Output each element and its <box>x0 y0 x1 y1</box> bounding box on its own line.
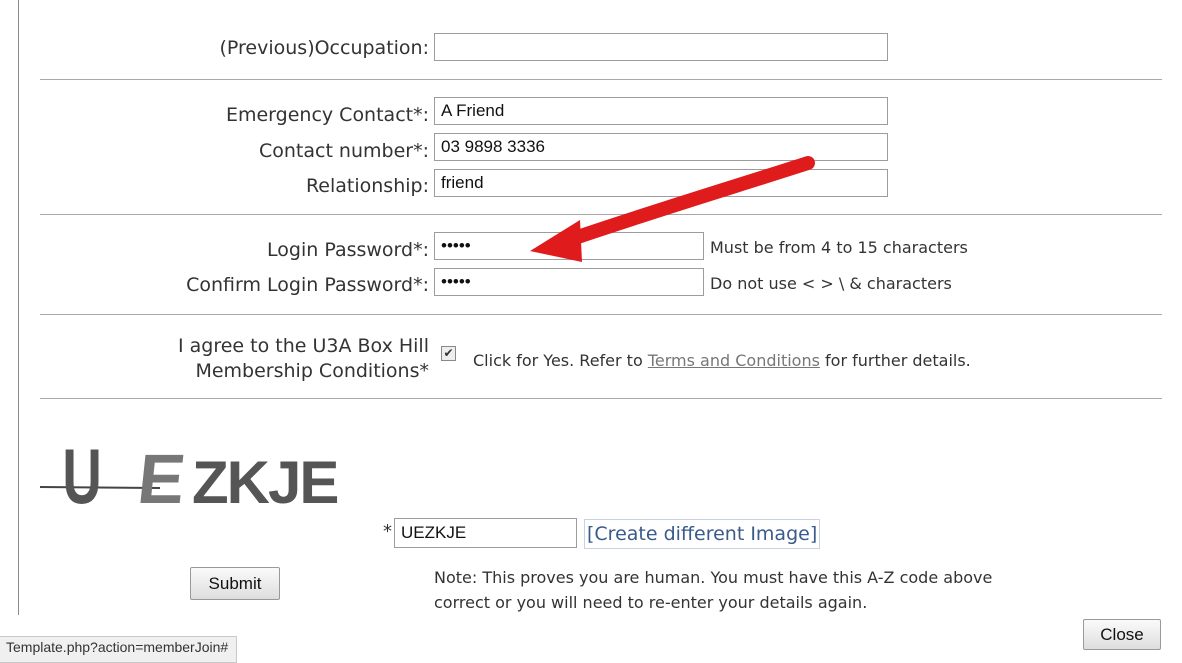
membership-conditions-label: I agree to the U3A Box Hill Membership C… <box>177 335 429 382</box>
divider <box>40 398 1162 399</box>
svg-text:ZKJE: ZKJE <box>192 449 337 516</box>
submit-button[interactable]: Submit <box>190 567 280 600</box>
captcha-note: Note: This proves you are human. You mus… <box>434 568 993 612</box>
captcha-input[interactable] <box>394 518 577 548</box>
agree-text: Click for Yes. Refer to Terms and Condit… <box>473 351 971 370</box>
svg-text:U: U <box>62 433 101 520</box>
captcha-required-marker: * <box>383 521 392 542</box>
agree-checkbox[interactable]: ✔ <box>441 346 456 361</box>
create-different-image-link[interactable]: [Create different Image] <box>584 519 821 549</box>
svg-text:E: E <box>134 439 189 518</box>
red-arrow-annotation <box>530 156 815 262</box>
captcha-image: U E ZKJE <box>40 433 339 520</box>
close-button[interactable]: Close <box>1083 619 1161 650</box>
terms-and-conditions-link[interactable]: Terms and Conditions <box>648 351 820 370</box>
